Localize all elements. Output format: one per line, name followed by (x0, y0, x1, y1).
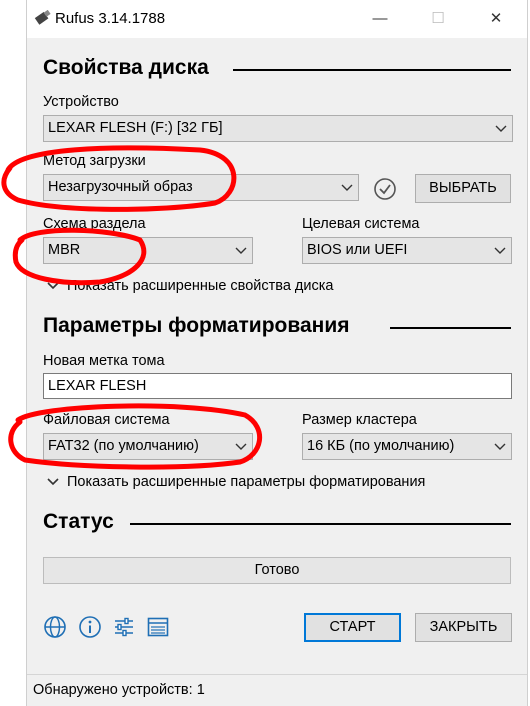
cluster-size-select[interactable]: 16 КБ (по умолчанию) (302, 433, 512, 460)
check-icon[interactable] (373, 177, 397, 201)
boot-selection-select[interactable]: Незагрузочный образ (43, 174, 359, 201)
window-title: Rufus 3.14.1788 (55, 10, 166, 27)
chevron-down-icon (494, 443, 506, 450)
progress-bar: Готово (43, 557, 511, 584)
device-label: Устройство (43, 94, 119, 110)
log-icon[interactable] (146, 615, 170, 639)
close-window-button[interactable]: ✕ (481, 6, 511, 32)
chevron-down-icon (495, 125, 507, 132)
chevron-down-icon (47, 478, 59, 486)
volume-label-label: Новая метка тома (43, 353, 165, 369)
target-system-label: Целевая система (302, 216, 420, 232)
section-divider (130, 523, 511, 525)
chevron-down-icon (494, 247, 506, 254)
minimize-button[interactable]: — (365, 6, 395, 32)
status-bar: Обнаружено устройств: 1 (27, 674, 527, 706)
file-system-select[interactable]: FAT32 (по умолчанию) (43, 433, 253, 460)
advanced-format-toggle[interactable]: Показать расширенные параметры форматиро… (47, 473, 425, 491)
device-select[interactable]: LEXAR FLESH (F:) [32 ГБ] (43, 115, 513, 142)
advanced-drive-toggle[interactable]: Показать расширенные свойства диска (47, 277, 333, 295)
globe-icon[interactable] (43, 615, 67, 639)
boot-selection-label: Метод загрузки (43, 153, 146, 169)
target-system-select[interactable]: BIOS или UEFI (302, 237, 512, 264)
chevron-down-icon (235, 443, 247, 450)
select-image-button[interactable]: ВЫБРАТЬ (415, 174, 511, 203)
partition-scheme-select[interactable]: MBR (43, 237, 253, 264)
section-divider (390, 327, 511, 329)
volume-label-input[interactable]: LEXAR FLESH (43, 373, 512, 399)
cluster-size-label: Размер кластера (302, 412, 417, 428)
device-count-text: Обнаружено устройств: 1 (33, 682, 205, 698)
status-header: Статус (43, 510, 114, 533)
chevron-down-icon (47, 282, 59, 290)
maximize-button[interactable]: ☐ (423, 6, 453, 32)
file-system-label: Файловая система (43, 412, 170, 428)
format-options-header: Параметры форматирования (43, 314, 350, 337)
info-icon[interactable] (78, 615, 102, 639)
settings-sliders-icon[interactable] (112, 615, 136, 639)
chevron-down-icon (341, 184, 353, 191)
start-button[interactable]: СТАРТ (304, 613, 401, 642)
title-bar: Rufus 3.14.1788 — ☐ ✕ (27, 0, 527, 38)
chevron-down-icon (235, 247, 247, 254)
section-divider (233, 69, 511, 71)
partition-scheme-label: Схема раздела (43, 216, 146, 232)
close-button[interactable]: ЗАКРЫТЬ (415, 613, 512, 642)
drive-properties-header: Свойства диска (43, 56, 209, 79)
usb-drive-icon (34, 10, 51, 25)
rufus-window: Rufus 3.14.1788 — ☐ ✕ Свойства диска Уст… (26, 0, 528, 706)
